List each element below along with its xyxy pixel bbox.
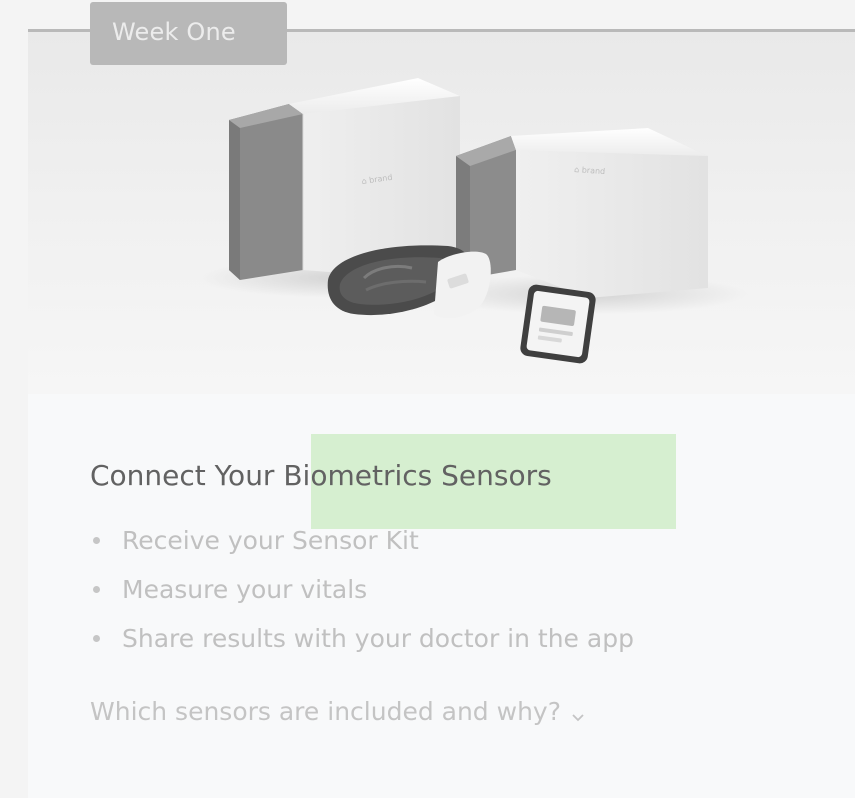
sensors-faq-toggle[interactable]: Which sensors are included and why? [90, 695, 585, 728]
chevron-down-icon [571, 699, 585, 728]
steps-list: Receive your Sensor Kit Measure your vit… [90, 516, 634, 663]
bullet-icon [93, 635, 100, 642]
list-item-label: Share results with your doctor in the ap… [122, 624, 634, 653]
list-item: Receive your Sensor Kit [90, 516, 634, 565]
list-item: Measure your vitals [90, 565, 634, 614]
week-tab-label: Week One [90, 2, 287, 65]
list-item-label: Receive your Sensor Kit [122, 526, 419, 555]
hero-image: ⌂ brand ⌂ brand [28, 32, 855, 394]
faq-label: Which sensors are included and why? [90, 697, 561, 726]
bullet-icon [93, 537, 100, 544]
bullet-icon [93, 586, 100, 593]
sensor-kit-illustration: ⌂ brand ⌂ brand [198, 78, 748, 364]
list-item: Share results with your doctor in the ap… [90, 614, 634, 663]
list-item-label: Measure your vitals [122, 575, 368, 604]
card-title: Connect Your Biometrics Sensors [90, 459, 552, 492]
